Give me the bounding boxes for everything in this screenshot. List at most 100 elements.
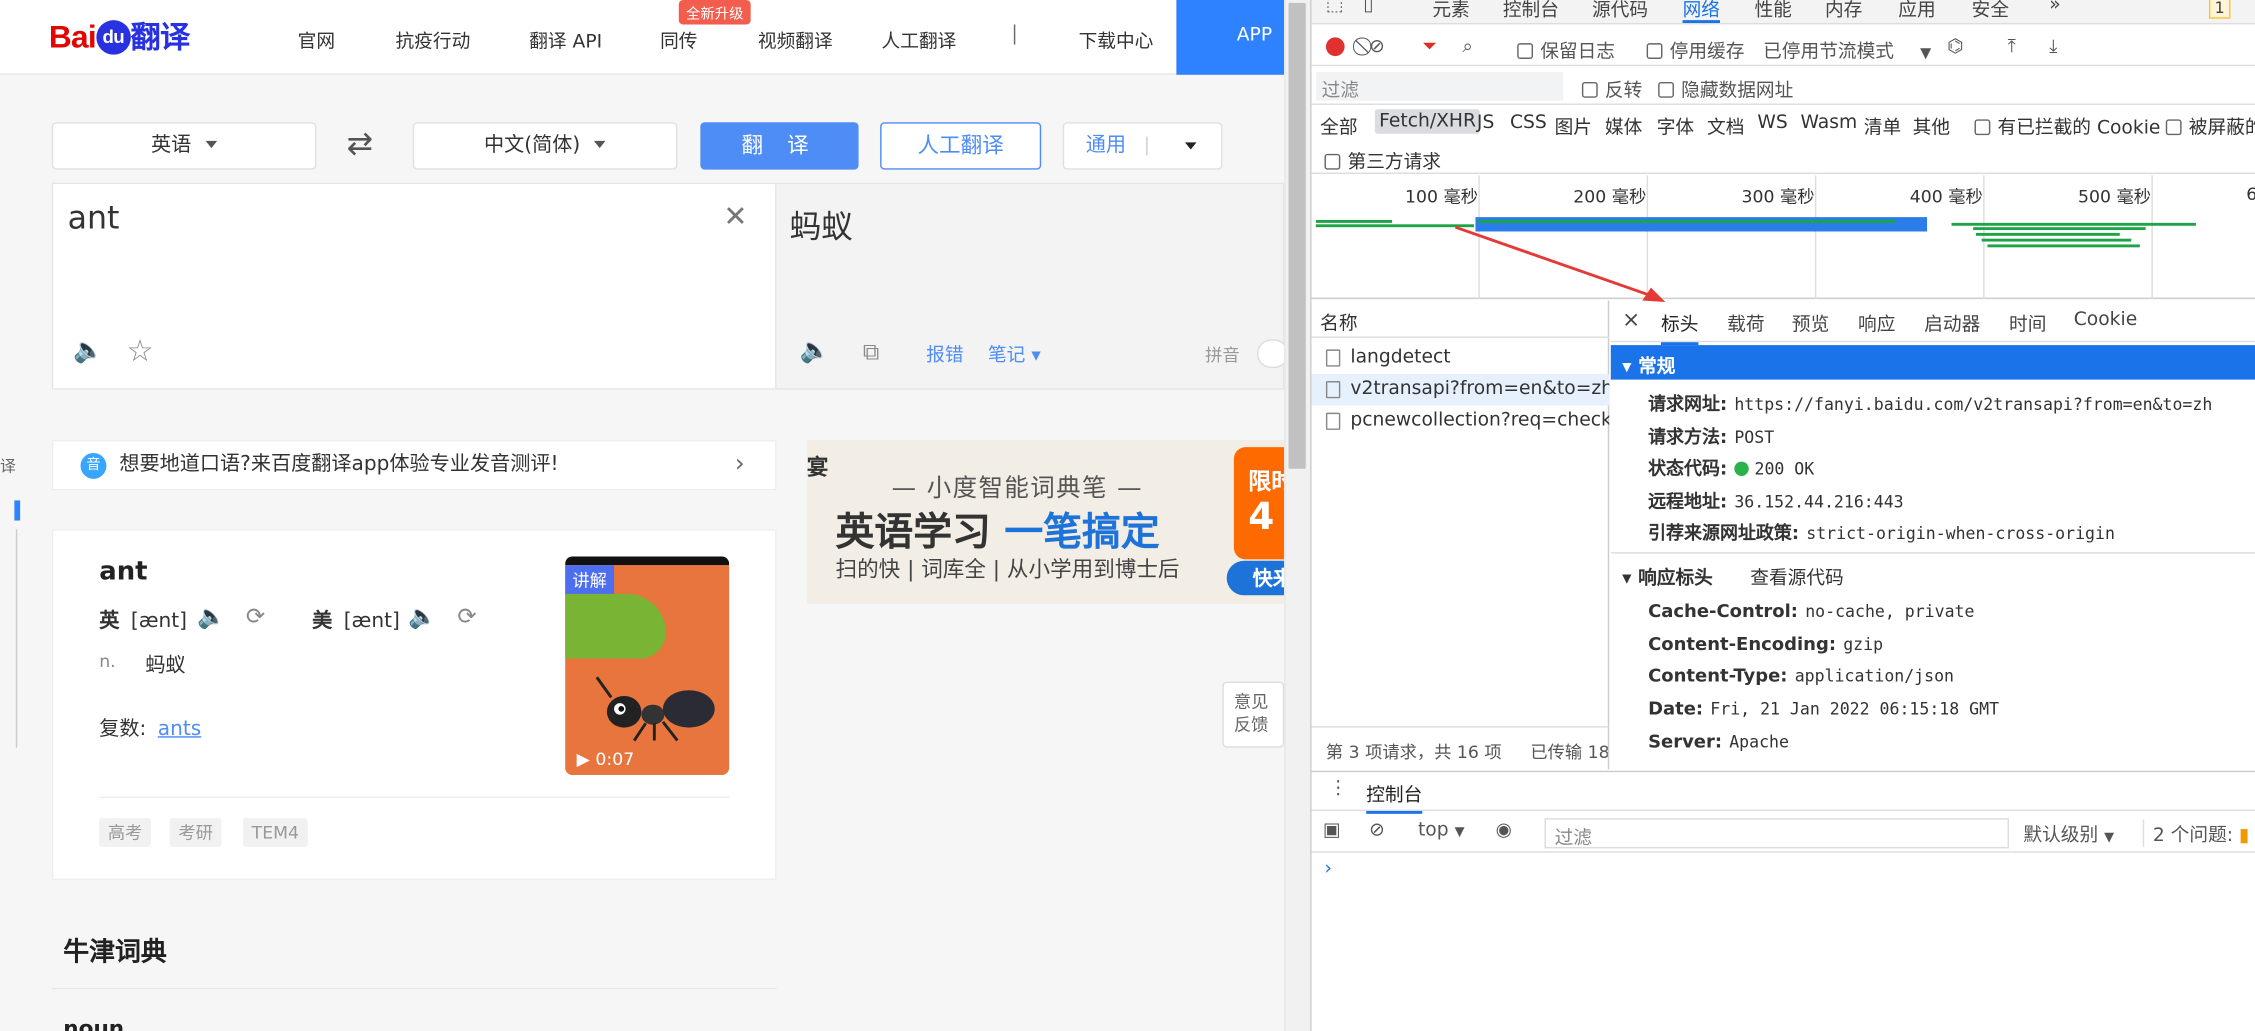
nav-anti-epidemic[interactable]: 抗疫行动 bbox=[395, 26, 470, 54]
clear-icon[interactable]: ✕ bbox=[723, 198, 747, 233]
disable-cache-checkbox[interactable]: 停用缓存 bbox=[1646, 36, 1744, 63]
swap-languages-icon[interactable]: ⇄ bbox=[347, 127, 374, 163]
download-icon[interactable]: ⤓ bbox=[2049, 36, 2057, 58]
console-tab[interactable]: 控制台 bbox=[1366, 779, 1423, 814]
third-party-checkbox[interactable]: 第三方请求 bbox=[1324, 147, 1441, 174]
nav-download[interactable]: 下载中心 bbox=[1079, 26, 1154, 54]
request-langdetect[interactable]: langdetect bbox=[1312, 342, 1610, 374]
response-headers-section[interactable]: ▾ 响应标头 查看源代码 bbox=[1610, 552, 2255, 590]
plural-link[interactable]: ants bbox=[158, 718, 202, 741]
source-lang-select[interactable]: 英语 bbox=[51, 122, 317, 170]
throttling-select[interactable]: 已停用节流模式 ▼ bbox=[1763, 36, 1931, 64]
hide-data-urls-checkbox[interactable]: 隐藏数据网址 bbox=[1658, 75, 1793, 102]
tab-sources[interactable]: 源代码 bbox=[1592, 0, 1648, 22]
checkbox[interactable] bbox=[2165, 119, 2182, 136]
tag-gaokao[interactable]: 高考 bbox=[99, 818, 152, 847]
type-img[interactable]: 图片 bbox=[1555, 112, 1592, 140]
promo-banner[interactable]: 音 想要地道口语?来百度翻译app体验专业发音测评! › bbox=[51, 439, 777, 491]
type-other[interactable]: 其他 bbox=[1913, 112, 1950, 140]
type-fetch-xhr[interactable]: Fetch/XHR bbox=[1374, 109, 1481, 134]
tab-response[interactable]: 响应 bbox=[1858, 309, 1895, 337]
tab-initiator[interactable]: 启动器 bbox=[1924, 309, 1980, 337]
issues-button[interactable]: 2 个问题: ▮ bbox=[2142, 819, 2249, 847]
source-text[interactable]: ant bbox=[68, 201, 120, 237]
type-all[interactable]: 全部 bbox=[1320, 112, 1357, 140]
nav-simultaneous[interactable]: 同传 bbox=[660, 26, 697, 54]
nav-api[interactable]: 翻译 API bbox=[529, 26, 602, 54]
notes-link[interactable]: 笔记 ▾ bbox=[988, 339, 1041, 367]
checkbox[interactable] bbox=[1646, 43, 1663, 59]
tab-preview[interactable]: 预览 bbox=[1792, 309, 1829, 337]
tag-tem4[interactable]: TEM4 bbox=[243, 818, 308, 847]
report-error-link[interactable]: 报错 bbox=[926, 339, 963, 367]
type-manifest[interactable]: 清单 bbox=[1864, 112, 1901, 140]
more-tabs[interactable]: » bbox=[2049, 0, 2060, 16]
checkbox[interactable] bbox=[1974, 119, 1991, 136]
nav-video-translate[interactable]: 视频翻译 bbox=[758, 26, 833, 54]
dictionary-pen-ad[interactable]: 宴 — 小度智能词典笔 — 英语学习 一笔搞定 扫的快 | 词库全 | 从小学用… bbox=[806, 439, 1285, 604]
type-js[interactable]: JS bbox=[1477, 112, 1494, 134]
tab-network[interactable]: 网络 bbox=[1682, 0, 1720, 24]
sidebar-toggle-icon[interactable]: ▣ bbox=[1323, 820, 1341, 842]
app-button[interactable]: APP bbox=[1176, 0, 1285, 75]
search-icon[interactable]: ⌕ bbox=[1463, 36, 1473, 58]
name-column-header[interactable]: 名称 bbox=[1311, 301, 1610, 338]
general-section-header[interactable]: ▾ 常规 bbox=[1610, 345, 2255, 380]
inspect-icon[interactable]: ⬚ bbox=[1326, 0, 1344, 16]
console-filter-input[interactable]: 过滤 bbox=[1544, 818, 2010, 850]
network-timeline[interactable]: 100 毫秒 200 毫秒 300 毫秒 400 毫秒 500 毫秒 6 bbox=[1311, 175, 2255, 300]
explain-video[interactable]: 讲解 ▶ 0:07 bbox=[565, 556, 730, 776]
page-scrollbar[interactable] bbox=[1284, 0, 1311, 1031]
blocked-cookies-checkbox[interactable]: 有已拦截的 Cookie bbox=[1974, 112, 2160, 139]
us-speaker-icon[interactable]: 🔈 bbox=[408, 602, 437, 629]
tag-kaoyan[interactable]: 考研 bbox=[169, 818, 222, 847]
type-wasm[interactable]: Wasm bbox=[1801, 112, 1858, 134]
block-icon[interactable]: ⊘ bbox=[1369, 36, 1385, 58]
domain-select[interactable]: 通用 bbox=[1062, 122, 1223, 170]
speaker-icon[interactable]: 🔈 bbox=[73, 336, 103, 365]
human-translate-button[interactable]: 人工翻译 bbox=[880, 122, 1042, 170]
filter-icon[interactable]: ⏷ bbox=[1422, 36, 1437, 58]
tab-performance[interactable]: 性能 bbox=[1754, 0, 1791, 22]
request-pcnewcollection[interactable]: pcnewcollection?req=check&... bbox=[1312, 405, 1609, 437]
eye-icon[interactable]: ◉ bbox=[1496, 820, 1512, 842]
upload-icon[interactable]: ⤒ bbox=[2008, 36, 2016, 58]
clear-console-icon[interactable]: ⊘ bbox=[1369, 820, 1385, 842]
type-font[interactable]: 字体 bbox=[1657, 112, 1694, 140]
request-v2transapi[interactable]: v2transapi?from=en&to=zh bbox=[1311, 373, 1610, 406]
type-ws[interactable]: WS bbox=[1757, 112, 1787, 134]
nav-human-translate[interactable]: 人工翻译 bbox=[882, 26, 957, 54]
console-prompt[interactable]: › bbox=[1324, 858, 1331, 880]
star-icon[interactable]: ☆ bbox=[127, 334, 154, 369]
tab-security[interactable]: 安全 bbox=[1972, 0, 2009, 22]
tab-console[interactable]: 控制台 bbox=[1503, 0, 1559, 22]
feedback-button[interactable]: 意见 反馈 bbox=[1222, 681, 1285, 748]
tab-timing[interactable]: 时间 bbox=[2009, 309, 2046, 337]
baidu-fanyi-logo[interactable]: Bai du 翻译 bbox=[49, 14, 190, 57]
filter-input[interactable]: 过滤 bbox=[1315, 71, 1564, 102]
checkbox[interactable] bbox=[1324, 153, 1341, 170]
tab-headers[interactable]: 标头 bbox=[1661, 309, 1699, 346]
invert-checkbox[interactable]: 反转 bbox=[1581, 75, 1642, 102]
nav-official[interactable]: 官网 bbox=[298, 26, 335, 54]
uk-replay-icon[interactable]: ⟳ bbox=[246, 602, 265, 629]
scrollbar-thumb[interactable] bbox=[1288, 2, 1306, 469]
record-icon[interactable] bbox=[1325, 37, 1345, 57]
view-source-link[interactable]: 查看源代码 bbox=[1750, 568, 1843, 590]
type-doc[interactable]: 文档 bbox=[1707, 112, 1744, 140]
preserve-log-checkbox[interactable]: 保留日志 bbox=[1517, 36, 1615, 63]
wifi-settings-icon[interactable]: ⌬ bbox=[1947, 36, 1963, 58]
speaker-icon[interactable]: 🔈 bbox=[800, 336, 830, 365]
checkbox[interactable] bbox=[1517, 43, 1534, 59]
us-replay-icon[interactable]: ⟳ bbox=[457, 602, 476, 629]
tab-elements[interactable]: 元素 bbox=[1432, 0, 1469, 22]
log-level-select[interactable]: 默认级别 ▼ bbox=[2023, 820, 2114, 847]
close-icon[interactable]: × bbox=[1622, 306, 1640, 332]
blocked-requests-checkbox[interactable]: 被屏蔽的 bbox=[2165, 112, 2255, 139]
tab-application[interactable]: 应用 bbox=[1898, 0, 1935, 22]
pinyin-toggle[interactable] bbox=[1256, 339, 1285, 369]
tab-memory[interactable]: 内存 bbox=[1825, 0, 1862, 22]
translate-button[interactable]: 翻 译 bbox=[700, 122, 859, 170]
target-lang-select[interactable]: 中文(简体) bbox=[412, 122, 678, 170]
uk-speaker-icon[interactable]: 🔈 bbox=[197, 602, 226, 629]
